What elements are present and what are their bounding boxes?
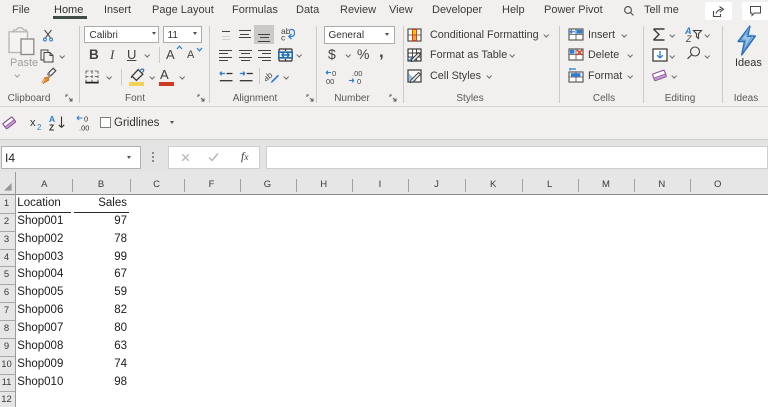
svg-text:0: 0: [357, 77, 361, 85]
svg-text:Z: Z: [685, 34, 692, 42]
svg-text:0: 0: [84, 114, 88, 123]
svg-text:00: 00: [326, 77, 334, 85]
svg-text:.00: .00: [79, 123, 89, 132]
svg-text:Z: Z: [49, 122, 54, 132]
